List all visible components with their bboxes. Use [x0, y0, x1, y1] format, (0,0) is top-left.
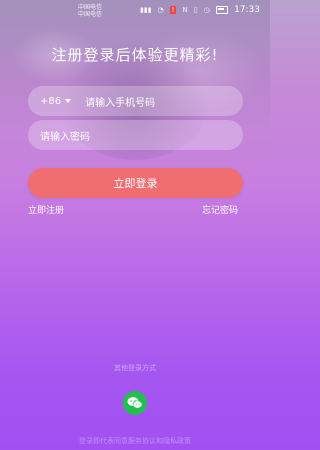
- page-title: 注册登录后体验更精彩!: [51, 46, 219, 64]
- nfc-icon: N: [182, 6, 188, 14]
- clock: 17:33: [234, 5, 260, 15]
- carrier-info: 中国电信 中国电信: [78, 4, 102, 18]
- register-link[interactable]: 立即注册: [28, 203, 64, 216]
- status-bar: 中国电信 中国电信 ▮▮▮ ◔ ! N ▯ ◷ 17:33: [0, 0, 270, 22]
- alarm-icon: ◷: [203, 6, 210, 14]
- other-login-label: 其他登录方式: [114, 364, 156, 372]
- battery-icon: [215, 6, 228, 14]
- wechat-login-button[interactable]: [123, 391, 147, 415]
- vibrate-icon: ▯: [193, 6, 198, 14]
- status-icons: ▮▮▮ ◔ ! N ▯ ◷: [140, 6, 228, 14]
- wifi-icon: ◔: [157, 6, 164, 14]
- phone-placeholder: 请输入手机号码: [85, 97, 156, 109]
- chevron-down-icon: [65, 99, 72, 103]
- carrier-label-1: 中国电信: [78, 4, 103, 11]
- wechat-icon: [127, 397, 143, 409]
- login-button[interactable]: 立即登录: [28, 168, 243, 198]
- password-placeholder: 请输入密码: [40, 131, 90, 143]
- phone-input[interactable]: +86 请输入手机号码: [28, 86, 243, 116]
- signal-icon: ▮▮▮: [140, 6, 152, 14]
- terms-footer[interactable]: 登录即代表同意服务协议和隐私政策: [0, 436, 270, 446]
- country-code-label: +86: [40, 95, 62, 107]
- forgot-password-link[interactable]: 忘记密码: [202, 203, 238, 216]
- carrier-label-2: 中国电信: [78, 11, 103, 18]
- password-input[interactable]: 请输入密码: [28, 120, 243, 150]
- notification-icon: !: [169, 6, 177, 14]
- country-code-selector[interactable]: +86: [40, 95, 72, 107]
